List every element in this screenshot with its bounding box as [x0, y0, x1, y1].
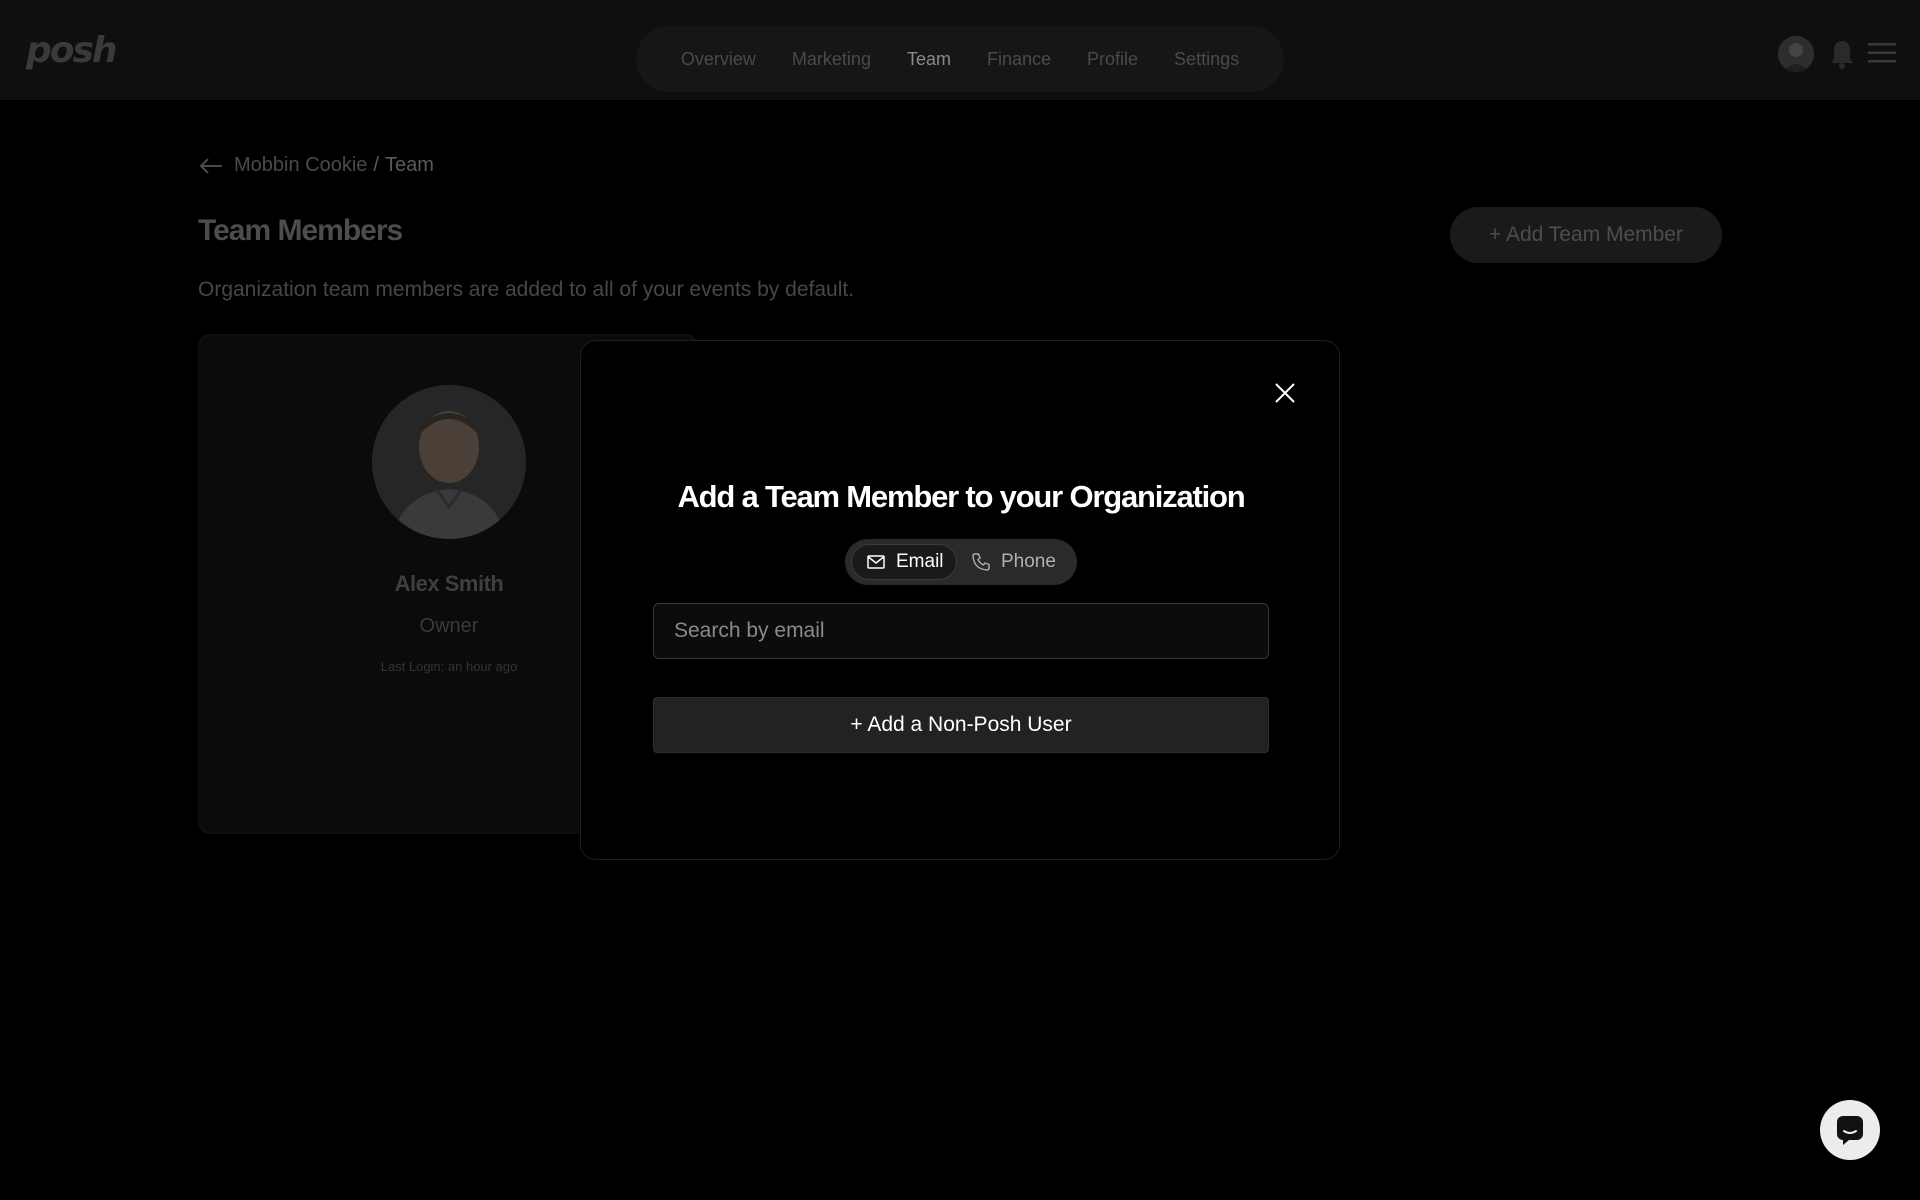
breadcrumb-org-link[interactable]: Mobbin Cookie [234, 154, 367, 177]
posh-logo[interactable]: posh [26, 30, 118, 71]
breadcrumb: Mobbin Cookie / Team [198, 154, 434, 177]
support-chat-button[interactable] [1820, 1100, 1880, 1160]
page-subtitle: Organization team members are added to a… [198, 278, 855, 301]
add-team-member-modal: Add a Team Member to your Organization E… [580, 340, 1340, 860]
search-email-input[interactable] [653, 603, 1269, 659]
nav-item-finance[interactable]: Finance [987, 49, 1051, 70]
user-avatar[interactable] [1778, 36, 1814, 72]
add-non-posh-user-button[interactable]: + Add a Non-Posh User [653, 697, 1269, 753]
hamburger-menu-icon[interactable] [1868, 42, 1896, 64]
nav-item-profile[interactable]: Profile [1087, 49, 1138, 70]
nav-item-team[interactable]: Team [907, 49, 951, 70]
avatar-image [1778, 36, 1814, 72]
phone-icon [972, 553, 990, 571]
main-nav: Overview Marketing Team Finance Profile … [636, 26, 1284, 92]
bell-icon[interactable] [1828, 38, 1856, 70]
nav-item-marketing[interactable]: Marketing [792, 49, 871, 70]
breadcrumb-separator: / [373, 154, 379, 176]
add-team-member-button[interactable]: + Add Team Member [1450, 207, 1722, 263]
chat-icon [1837, 1116, 1863, 1145]
nav-item-overview[interactable]: Overview [681, 49, 756, 70]
nav-item-settings[interactable]: Settings [1174, 49, 1239, 70]
toggle-email-option[interactable]: Email [851, 544, 957, 580]
back-arrow-icon[interactable] [198, 156, 224, 176]
envelope-icon [867, 555, 885, 569]
close-icon[interactable] [1273, 381, 1297, 405]
toggle-email-label: Email [896, 551, 944, 572]
toggle-phone-label: Phone [1001, 551, 1056, 572]
page-title: Team Members [198, 214, 403, 247]
member-photo [372, 385, 526, 539]
breadcrumb-current: Team [384, 154, 434, 176]
member-avatar [372, 385, 526, 539]
top-bar: posh Overview Marketing Team Finance Pro… [0, 0, 1920, 100]
toggle-phone-option[interactable]: Phone [971, 544, 1071, 580]
contact-method-toggle: Email Phone [845, 539, 1077, 585]
modal-title: Add a Team Member to your Organization [677, 479, 1245, 514]
